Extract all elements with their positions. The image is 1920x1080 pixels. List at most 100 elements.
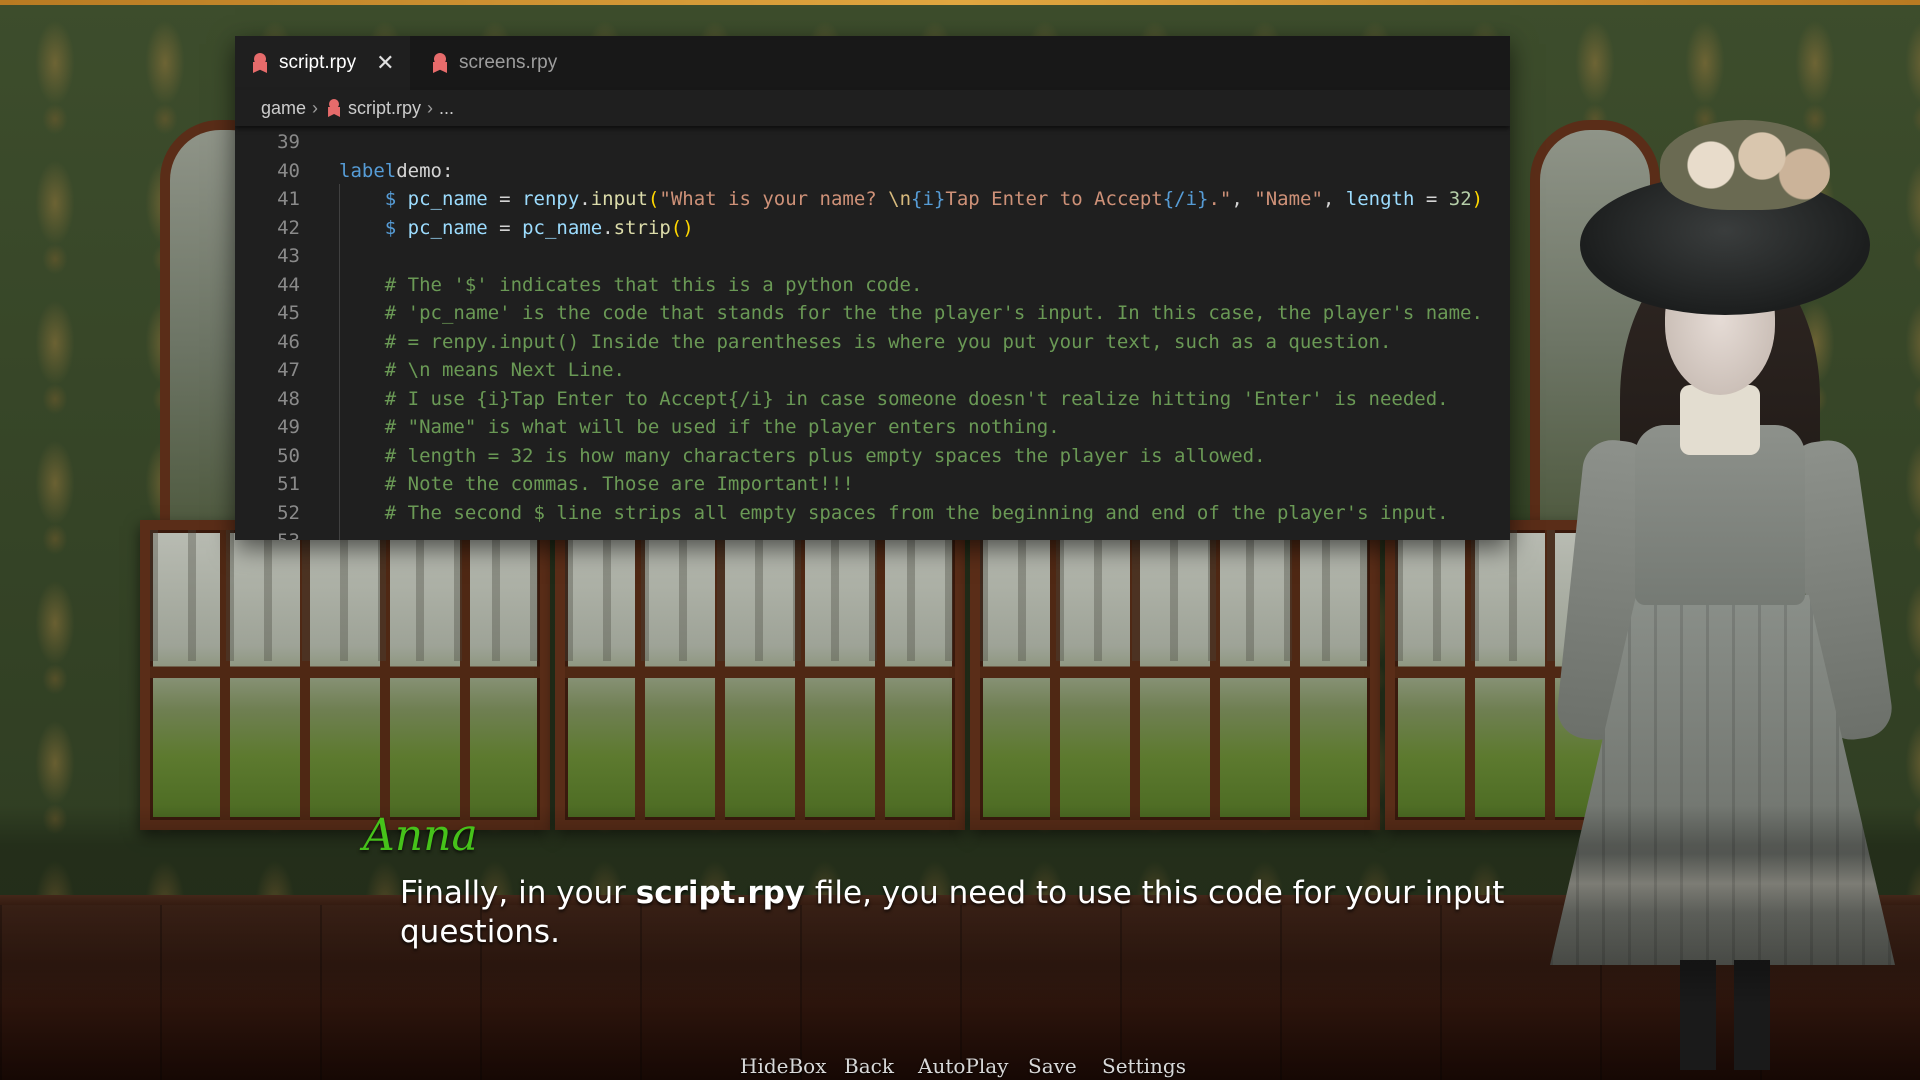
tab-label: screens.rpy xyxy=(459,52,558,73)
line-number: 44 xyxy=(277,273,300,296)
line-number: 48 xyxy=(277,387,300,410)
line-content: # = renpy.input() Inside the parentheses… xyxy=(339,328,1392,357)
line-number: 42 xyxy=(277,216,300,239)
dialogue-text-bold: script.rpy xyxy=(635,875,806,911)
chevron-right-icon: › xyxy=(427,97,434,118)
code-token: input xyxy=(590,188,648,210)
code-token: "What is your name? xyxy=(659,188,889,210)
code-area: 39 40 labeldemo: 41 $ pc_name = renpy.input… xyxy=(235,128,1510,540)
code-token: {i} xyxy=(911,188,946,210)
code-token: # length = 32 is how many characters plu… xyxy=(339,444,1266,467)
code-token: # \n means Next Line. xyxy=(339,359,625,381)
breadcrumb-more[interactable]: ... xyxy=(439,98,454,119)
line-number: 52 xyxy=(277,501,300,524)
line-number: 51 xyxy=(277,473,300,495)
code-token: label xyxy=(339,159,397,182)
line-content: labeldemo: xyxy=(339,157,453,186)
code-token: {/i} xyxy=(1162,188,1209,210)
renpy-file-icon xyxy=(433,53,447,73)
line-number: 39 xyxy=(277,131,300,153)
code-editor-screenshot: script.rpy ✕ screens.rpy game › script.r… xyxy=(235,36,1510,540)
code-line: 46 # = renpy.input() Inside the parenthe… xyxy=(235,328,1510,357)
code-line: 48 # I use {i}Tap Enter to Accept{/i} in… xyxy=(235,385,1510,414)
code-line: 39 xyxy=(235,128,1510,157)
code-token: = xyxy=(487,188,523,210)
line-content: $ pc_name = renpy.input("What is your na… xyxy=(339,185,1483,214)
line-number: 47 xyxy=(277,359,300,381)
window-pane-1 xyxy=(140,520,550,830)
breadcrumb: game › script.rpy › ... xyxy=(235,90,1510,126)
code-token: # The second $ line strips all empty spa… xyxy=(339,501,1449,524)
code-token: , xyxy=(1322,188,1346,210)
code-token: demo: xyxy=(396,159,454,182)
renpy-file-icon xyxy=(328,99,340,117)
tab-script-rpy[interactable]: script.rpy ✕ xyxy=(235,36,410,90)
code-line: 42 $ pc_name = pc_name.strip() xyxy=(235,214,1510,243)
code-line: 40 labeldemo: xyxy=(235,157,1510,186)
line-content: # The second $ line strips all empty spa… xyxy=(339,499,1449,528)
line-content: # I use {i}Tap Enter to Accept{/i} in ca… xyxy=(339,385,1449,414)
close-icon[interactable]: ✕ xyxy=(376,50,394,76)
code-token: # The '$' indicates that this is a pytho… xyxy=(339,273,923,296)
code-token: = xyxy=(487,216,523,239)
code-token: # I use {i}Tap Enter to Accept{/i} in ca… xyxy=(339,387,1449,410)
window-pane-3 xyxy=(970,520,1380,830)
dialogue-text: Finally, in your script.rpy file, you ne… xyxy=(400,874,1530,952)
code-token: . xyxy=(579,188,591,210)
line-content: # Note the commas. Those are Important!!… xyxy=(339,470,854,499)
quick-autoplay-button[interactable]: AutoPlay xyxy=(918,1054,1008,1080)
line-content: # \n means Next Line. xyxy=(339,356,625,385)
code-line: 45 # 'pc_name' is the code that stands f… xyxy=(235,299,1510,328)
code-token: 32 xyxy=(1448,188,1472,210)
line-number: 40 xyxy=(277,159,300,182)
line-number: 45 xyxy=(277,302,300,324)
dialogue-text-before: Finally, in your xyxy=(400,875,636,911)
line-number: 43 xyxy=(277,245,300,267)
code-token: ." xyxy=(1208,188,1232,210)
speaker-name: Anna xyxy=(363,810,478,861)
code-token: . xyxy=(602,216,614,239)
code-token: = xyxy=(1414,188,1449,210)
code-token: # = renpy.input() Inside the parentheses… xyxy=(339,330,1392,353)
code-token: ) xyxy=(1471,188,1484,210)
code-line: 52 # The second $ line strips all empty … xyxy=(235,499,1510,528)
code-token: $ xyxy=(384,216,397,239)
code-token: ( xyxy=(647,188,660,210)
tab-screens-rpy[interactable]: screens.rpy xyxy=(415,36,593,90)
code-token: # "Name" is what will be used if the pla… xyxy=(339,416,1060,438)
code-line: 43 xyxy=(235,242,1510,271)
quick-settings-button[interactable]: Settings xyxy=(1102,1054,1186,1080)
code-token: $ xyxy=(384,188,397,210)
code-token: \n xyxy=(888,188,912,210)
breadcrumb-file[interactable]: script.rpy xyxy=(348,98,421,119)
quick-save-button[interactable]: Save xyxy=(1028,1054,1077,1080)
code-token: Tap Enter to Accept xyxy=(945,188,1163,210)
window-pane-2 xyxy=(555,520,965,830)
top-trim xyxy=(0,0,1920,5)
line-number: 49 xyxy=(277,416,300,438)
quick-hidebox-button[interactable]: HideBox xyxy=(740,1054,827,1080)
code-token: "Name" xyxy=(1254,188,1323,210)
line-content: # 'pc_name' is the code that stands for … xyxy=(339,299,1483,328)
code-token: pc_name xyxy=(396,216,488,239)
line-number: 50 xyxy=(277,444,300,467)
code-line: 44 # The '$' indicates that this is a py… xyxy=(235,271,1510,300)
quick-back-button[interactable]: Back xyxy=(844,1054,894,1080)
code-token: # Note the commas. Those are Important!!… xyxy=(339,473,854,495)
code-line: 53 xyxy=(235,527,1510,540)
editor-tab-bar: script.rpy ✕ screens.rpy xyxy=(235,36,1510,90)
code-token: length xyxy=(1345,188,1415,210)
chevron-right-icon: › xyxy=(312,97,319,118)
hat-flowers xyxy=(1660,120,1830,210)
code-token: () xyxy=(670,216,694,239)
code-line: 49 # "Name" is what will be used if the … xyxy=(235,413,1510,442)
code-line: 50 # length = 32 is how many characters … xyxy=(235,442,1510,471)
line-number: 53 xyxy=(235,527,300,540)
breadcrumb-folder[interactable]: game xyxy=(261,98,306,119)
code-token: strip xyxy=(613,216,671,239)
character-collar xyxy=(1680,385,1760,455)
line-content: $ pc_name = pc_name.strip() xyxy=(339,214,694,243)
code-token: # 'pc_name' is the code that stands for … xyxy=(339,302,1483,324)
